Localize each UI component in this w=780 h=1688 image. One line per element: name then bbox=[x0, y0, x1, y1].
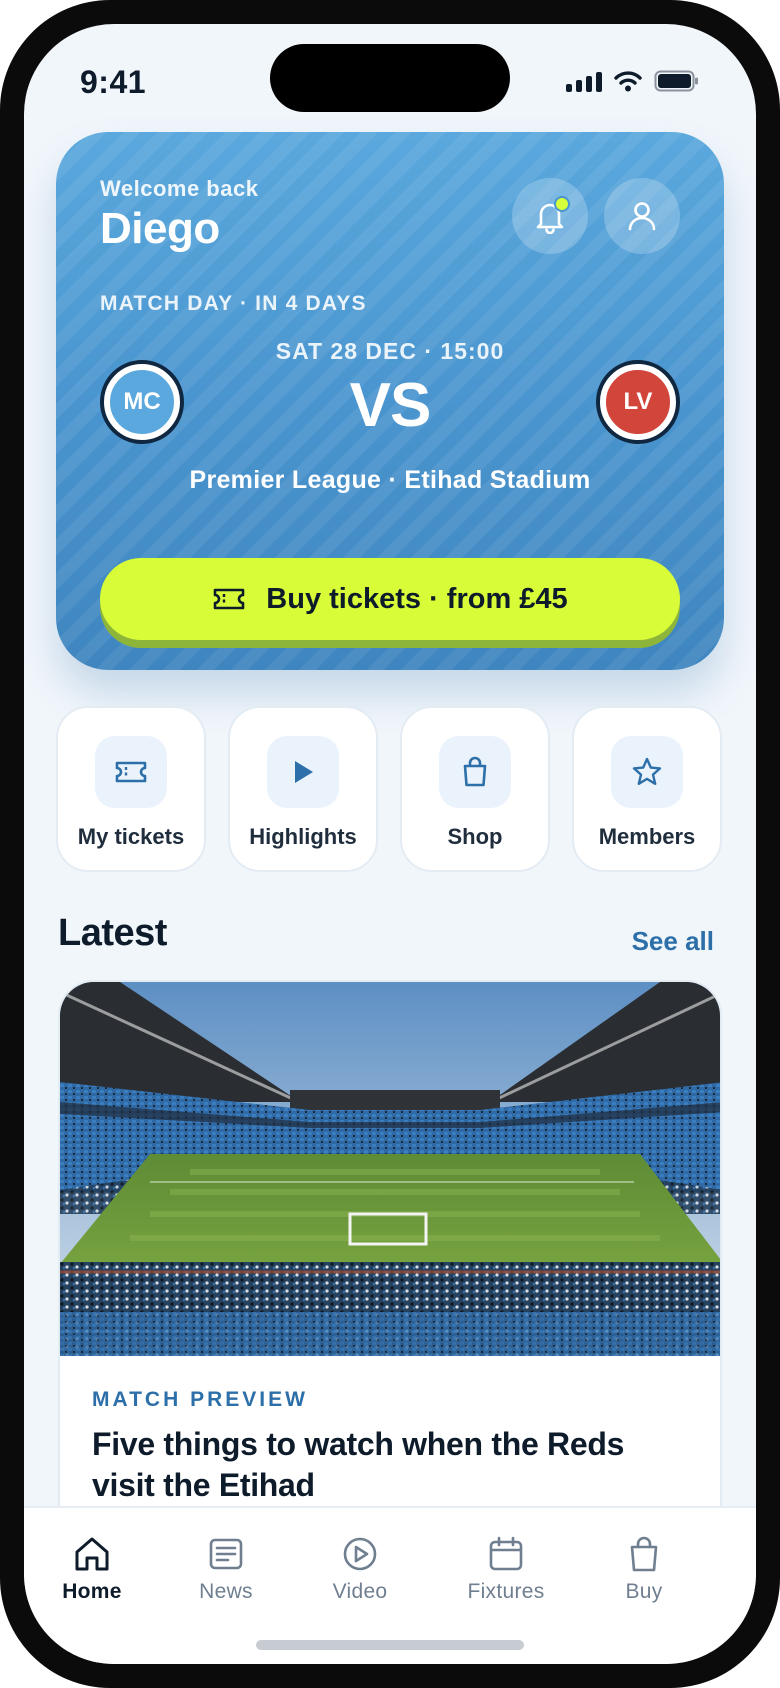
tab-fixtures[interactable]: Fixtures bbox=[446, 1534, 566, 1604]
quick-action-shop[interactable]: Shop bbox=[400, 706, 550, 872]
tab-label: News bbox=[199, 1580, 253, 1603]
calendar-icon bbox=[489, 1536, 523, 1571]
cellular-signal-icon bbox=[566, 70, 602, 92]
kickoff-time: SAT 28 DEC · 15:00 bbox=[275, 338, 505, 364]
notifications-button[interactable] bbox=[512, 178, 588, 254]
quick-action-members[interactable]: Members bbox=[572, 706, 722, 872]
profile-button[interactable] bbox=[604, 178, 680, 254]
buy-tickets-button[interactable]: Buy tickets · from £45 bbox=[100, 558, 680, 640]
news-icon bbox=[209, 1538, 243, 1570]
phone-frame: 9:41 Welcome back Diego MATCH DAY · IN 4… bbox=[0, 0, 780, 1688]
tab-label: Buy bbox=[625, 1580, 663, 1603]
quick-icon-bg bbox=[267, 736, 339, 808]
battery-icon bbox=[654, 70, 698, 92]
home-icon bbox=[75, 1537, 109, 1571]
tab-label: Home bbox=[62, 1580, 122, 1603]
bag-icon bbox=[463, 756, 487, 787]
app-screen: 9:41 Welcome back Diego MATCH DAY · IN 4… bbox=[24, 24, 756, 1664]
user-icon bbox=[628, 202, 656, 231]
ticket-icon bbox=[115, 761, 147, 783]
play-icon bbox=[295, 761, 313, 783]
tab-buy[interactable]: Buy bbox=[584, 1534, 704, 1604]
dynamic-island bbox=[270, 44, 510, 112]
wifi-icon bbox=[614, 71, 642, 92]
away-team-crest[interactable]: LV bbox=[596, 360, 680, 444]
competition-venue: Premier League · Etihad Stadium bbox=[189, 466, 591, 494]
bag-icon bbox=[630, 1536, 658, 1572]
card-title: Five things to watch when the Reds visit… bbox=[92, 1426, 625, 1503]
latest-heading: Latest bbox=[58, 912, 167, 954]
away-team-code: LV bbox=[603, 367, 673, 437]
card-category: MATCH PREVIEW bbox=[92, 1388, 308, 1411]
tab-news[interactable]: News bbox=[166, 1534, 286, 1604]
ticket-icon bbox=[213, 588, 245, 610]
quick-icon-bg bbox=[95, 736, 167, 808]
next-match-card: Welcome back Diego MATCH DAY · IN 4 DAYS… bbox=[56, 132, 724, 670]
quick-icon-bg bbox=[611, 736, 683, 808]
home-indicator bbox=[256, 1640, 524, 1650]
star-icon bbox=[632, 757, 662, 785]
see-all-link[interactable]: See all bbox=[632, 926, 714, 957]
status-icons bbox=[566, 70, 700, 92]
tab-home[interactable]: Home bbox=[32, 1534, 152, 1604]
quick-action-label: Shop bbox=[447, 824, 503, 849]
quick-action-highlights[interactable]: Highlights bbox=[228, 706, 378, 872]
match-countdown: MATCH DAY · IN 4 DAYS bbox=[100, 292, 367, 315]
user-name: Diego bbox=[100, 204, 220, 253]
quick-action-label: Highlights bbox=[249, 824, 357, 849]
quick-action-label: Members bbox=[598, 824, 696, 849]
quick-icon-bg bbox=[439, 736, 511, 808]
notification-dot bbox=[554, 196, 570, 212]
quick-action-my-tickets[interactable]: My tickets bbox=[56, 706, 206, 872]
status-time: 9:41 bbox=[80, 64, 147, 100]
news-card[interactable]: MATCH PREVIEW Five things to watch when … bbox=[58, 980, 722, 1580]
welcome-text: Welcome back bbox=[100, 176, 259, 201]
tab-label: Fixtures bbox=[467, 1580, 545, 1603]
tab-label: Video bbox=[332, 1580, 388, 1603]
quick-action-label: My tickets bbox=[77, 824, 185, 849]
tab-video[interactable]: Video bbox=[300, 1534, 420, 1604]
buy-tickets-label: Buy tickets · from £45 bbox=[266, 582, 568, 615]
video-icon bbox=[343, 1537, 377, 1571]
stadium-photo bbox=[60, 982, 720, 1356]
